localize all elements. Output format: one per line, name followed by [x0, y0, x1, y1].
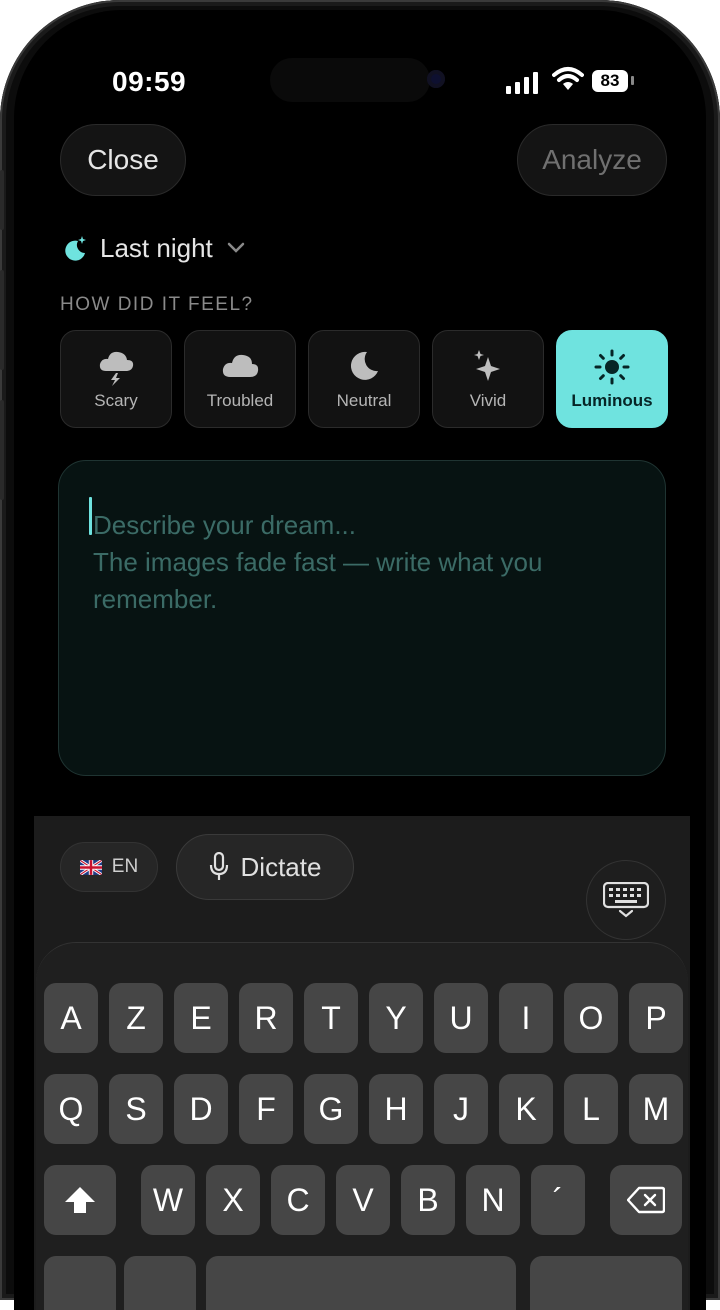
language-selector[interactable]: EN — [60, 842, 158, 892]
backspace-key[interactable] — [610, 1165, 682, 1235]
key-x[interactable]: X — [206, 1165, 260, 1235]
key-j[interactable]: J — [434, 1074, 488, 1144]
key-c[interactable]: C — [271, 1165, 325, 1235]
volume-up-button — [0, 270, 4, 370]
key-v[interactable]: V — [336, 1165, 390, 1235]
key-l[interactable]: L — [564, 1074, 618, 1144]
mood-scary[interactable]: Scary — [60, 330, 172, 428]
dynamic-island — [270, 58, 430, 102]
key-u[interactable]: U — [434, 983, 488, 1053]
shift-key[interactable] — [44, 1165, 116, 1235]
keyboard-icon — [603, 882, 649, 918]
key-a[interactable]: A — [44, 983, 98, 1053]
language-code: EN — [111, 856, 139, 877]
mood-label: Neutral — [336, 391, 392, 410]
input-accessory-area: EN Dictate A Z E R T Y U I O P Q S D F G… — [34, 816, 690, 1310]
mood-luminous[interactable]: Luminous — [556, 330, 668, 428]
key-q[interactable]: Q — [44, 1074, 98, 1144]
key-o[interactable]: O — [564, 983, 618, 1053]
battery-tip — [631, 76, 634, 85]
front-camera — [427, 70, 445, 88]
moon-icon — [309, 349, 419, 385]
text-cursor — [89, 497, 92, 535]
key-acute-accent[interactable]: ´ — [531, 1165, 585, 1235]
storm-cloud-icon — [61, 349, 171, 386]
placeholder-line-2: The images fade fast — write what you re… — [93, 547, 543, 614]
placeholder-line-1: Describe your dream... — [93, 510, 356, 540]
uk-flag-icon — [79, 859, 102, 875]
mood-neutral[interactable]: Neutral — [308, 330, 420, 428]
screen: 09:59 83 Close Analyze Last night HOW DI… — [14, 10, 706, 1310]
phone-frame: 09:59 83 Close Analyze Last night HOW DI… — [0, 0, 720, 1310]
key-e[interactable]: E — [174, 983, 228, 1053]
key-s[interactable]: S — [109, 1074, 163, 1144]
key-k[interactable]: K — [499, 1074, 553, 1144]
dream-text-input[interactable]: Describe your dream... The images fade f… — [58, 460, 666, 776]
backspace-icon — [626, 1186, 666, 1214]
key-g[interactable]: G — [304, 1074, 358, 1144]
feel-section-title: HOW DID IT FEEL? — [60, 294, 254, 315]
key-f[interactable]: F — [239, 1074, 293, 1144]
mood-label: Scary — [94, 391, 138, 410]
key-m[interactable]: M — [629, 1074, 683, 1144]
emoji-key[interactable] — [124, 1256, 196, 1310]
action-button — [0, 170, 4, 230]
shift-arrow-icon — [65, 1187, 95, 1213]
key-y[interactable]: Y — [369, 983, 423, 1053]
volume-down-button — [0, 400, 4, 500]
dictate-label: Dictate — [240, 851, 322, 882]
wifi-icon — [552, 67, 584, 90]
microphone-icon — [209, 852, 228, 880]
status-time: 09:59 — [112, 66, 187, 97]
status-bar: 09:59 83 — [14, 58, 706, 108]
dictate-button[interactable]: Dictate — [176, 834, 354, 900]
keyboard-dismiss-button[interactable] — [586, 860, 666, 940]
date-selector[interactable]: Last night — [60, 228, 245, 268]
key-z[interactable]: Z — [109, 983, 163, 1053]
key-p[interactable]: P — [629, 983, 683, 1053]
moon-stars-icon — [65, 236, 86, 261]
chevron-down-icon — [227, 242, 244, 253]
mood-troubled[interactable]: Troubled — [184, 330, 296, 428]
key-w[interactable]: W — [141, 1165, 195, 1235]
cloud-icon — [185, 349, 295, 385]
space-key[interactable] — [206, 1256, 516, 1310]
mood-label: Troubled — [206, 391, 274, 410]
close-button[interactable]: Close — [60, 124, 186, 196]
key-r[interactable]: R — [239, 983, 293, 1053]
mood-label: Vivid — [469, 391, 507, 410]
keyboard: A Z E R T Y U I O P Q S D F G H J K L M — [36, 942, 688, 1310]
mood-vivid[interactable]: Vivid — [432, 330, 544, 428]
key-h[interactable]: H — [369, 1074, 423, 1144]
analyze-button[interactable]: Analyze — [517, 124, 667, 196]
dream-input-placeholder: Describe your dream... The images fade f… — [93, 507, 653, 618]
battery-level: 83 — [592, 70, 628, 92]
date-label: Last night — [100, 232, 213, 263]
cellular-signal-icon — [506, 72, 538, 94]
sparkles-icon — [433, 349, 543, 385]
key-i[interactable]: I — [499, 983, 553, 1053]
return-key[interactable] — [530, 1256, 682, 1310]
sun-icon — [557, 349, 667, 385]
key-n[interactable]: N — [466, 1165, 520, 1235]
key-t[interactable]: T — [304, 983, 358, 1053]
numbers-key[interactable] — [44, 1256, 116, 1310]
mood-label: Luminous — [571, 391, 653, 410]
key-b[interactable]: B — [401, 1165, 455, 1235]
key-d[interactable]: D — [174, 1074, 228, 1144]
